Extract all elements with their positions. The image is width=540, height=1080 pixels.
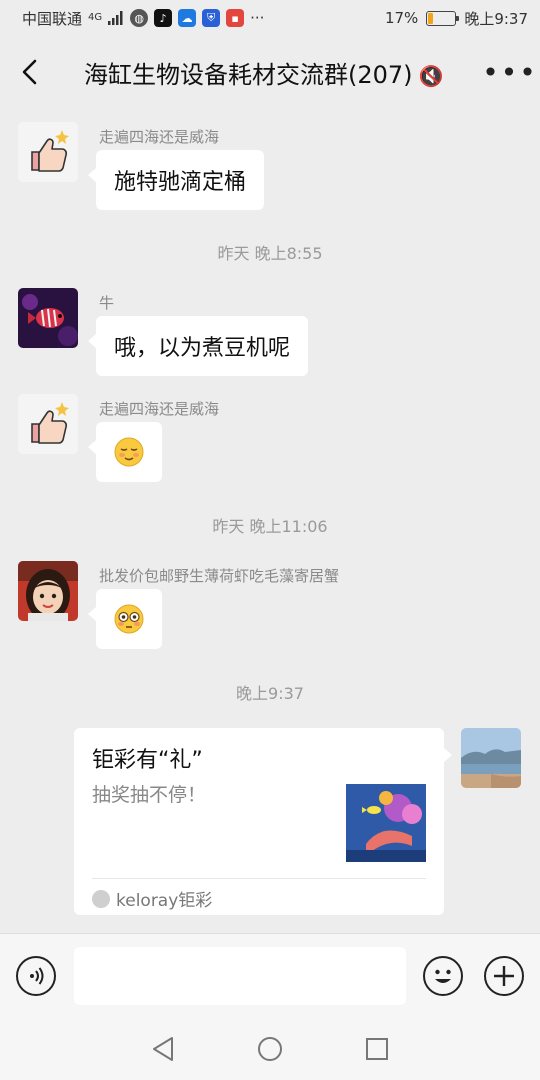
sender-name: 批发价包邮野生薄荷虾吃毛藻寄居蟹 [99,567,340,585]
card-divider [92,878,426,879]
girl-avatar[interactable] [18,561,78,621]
emoji-button[interactable] [423,956,463,996]
card-description: 抽奖抽不停！ [92,784,207,806]
voice-icon [30,967,44,985]
message-bubble[interactable]: 施特驰滴定桶 [87,150,265,210]
cloud-icon: ☁ [178,9,197,27]
group-name: 海缸生物设备耗材交流群(207) [84,60,413,89]
signal-icon [108,11,123,25]
app-icon: ▪ [226,9,245,27]
chat-header: 海缸生物设备耗材交流群(207) 🔇 ••• [0,36,540,108]
thumbs-up-avatar[interactable] [18,122,78,182]
more-icon: ••• [482,55,538,89]
nav-recents-button[interactable] [357,1029,397,1069]
more-functions-button[interactable] [484,956,524,996]
source-name: keloray钜彩 [116,891,213,911]
triangle-back-icon [153,1037,174,1061]
nav-home-button[interactable] [250,1029,290,1069]
battery-percent: 17% [384,9,419,27]
plus-icon [494,966,514,986]
message-list[interactable]: 走遍四海还是威海 施特驰滴定桶 昨天 晚上8:55 牛 哦，以为煮豆机呢 走遍四… [0,108,540,933]
card-source: keloray钜彩 [92,886,212,911]
carrier-label: 中国联通 [22,9,83,28]
chat-title: 海缸生物设备耗材交流群(207) 🔇 [60,55,480,90]
time-separator: 昨天 晚上8:55 [217,244,323,263]
sender-name: 牛 [99,294,115,312]
battery-icon [426,10,460,26]
input-bar [0,933,540,1018]
back-button[interactable] [0,36,60,108]
network-type: 4G [88,12,103,23]
card-title: 钜彩有“礼” [92,748,203,773]
self-avatar[interactable] [461,728,521,788]
message-input[interactable] [74,947,406,1005]
time-separator: 昨天 晚上11:06 [212,517,328,536]
flushed-face-icon [114,604,144,634]
browser-icon: ◍ [130,9,149,27]
smiley-icon [435,969,451,983]
tiktok-icon: ♪ [154,9,173,27]
status-bar: 中国联通 4G ◍ ♪ ☁ ⛨ ▪ ··· 17% 晚上9:37 [0,0,540,36]
clock: 晚上9:37 [464,9,528,28]
shield-icon: ⛨ [202,9,221,27]
sticker-bubble[interactable] [88,422,162,482]
sender-name: 走遍四海还是威海 [99,400,220,418]
system-navigation-bar [0,1018,540,1080]
time-separator: 晚上9:37 [236,684,304,703]
chevron-left-icon [22,59,37,85]
overflow-icon: ··· [250,9,265,27]
circle-home-icon [257,1037,282,1061]
relieved-face-icon [114,437,144,467]
square-recents-icon [365,1038,388,1060]
mute-icon: 🔇 [418,63,444,88]
card-thumbnail [346,784,426,862]
nav-back-button[interactable] [143,1029,183,1069]
sticker-bubble[interactable] [88,589,162,649]
sender-name: 走遍四海还是威海 [99,128,220,146]
voice-input-button[interactable] [16,956,56,996]
source-icon [92,889,110,908]
fish-avatar[interactable] [18,288,78,348]
thumbs-up-avatar[interactable] [18,394,78,454]
message-bubble[interactable]: 哦，以为煮豆机呢 [87,316,309,376]
more-options-button[interactable]: ••• [480,36,540,108]
mini-program-card[interactable]: 钜彩有“礼” 抽奖抽不停！ keloray钜彩 [74,728,452,915]
